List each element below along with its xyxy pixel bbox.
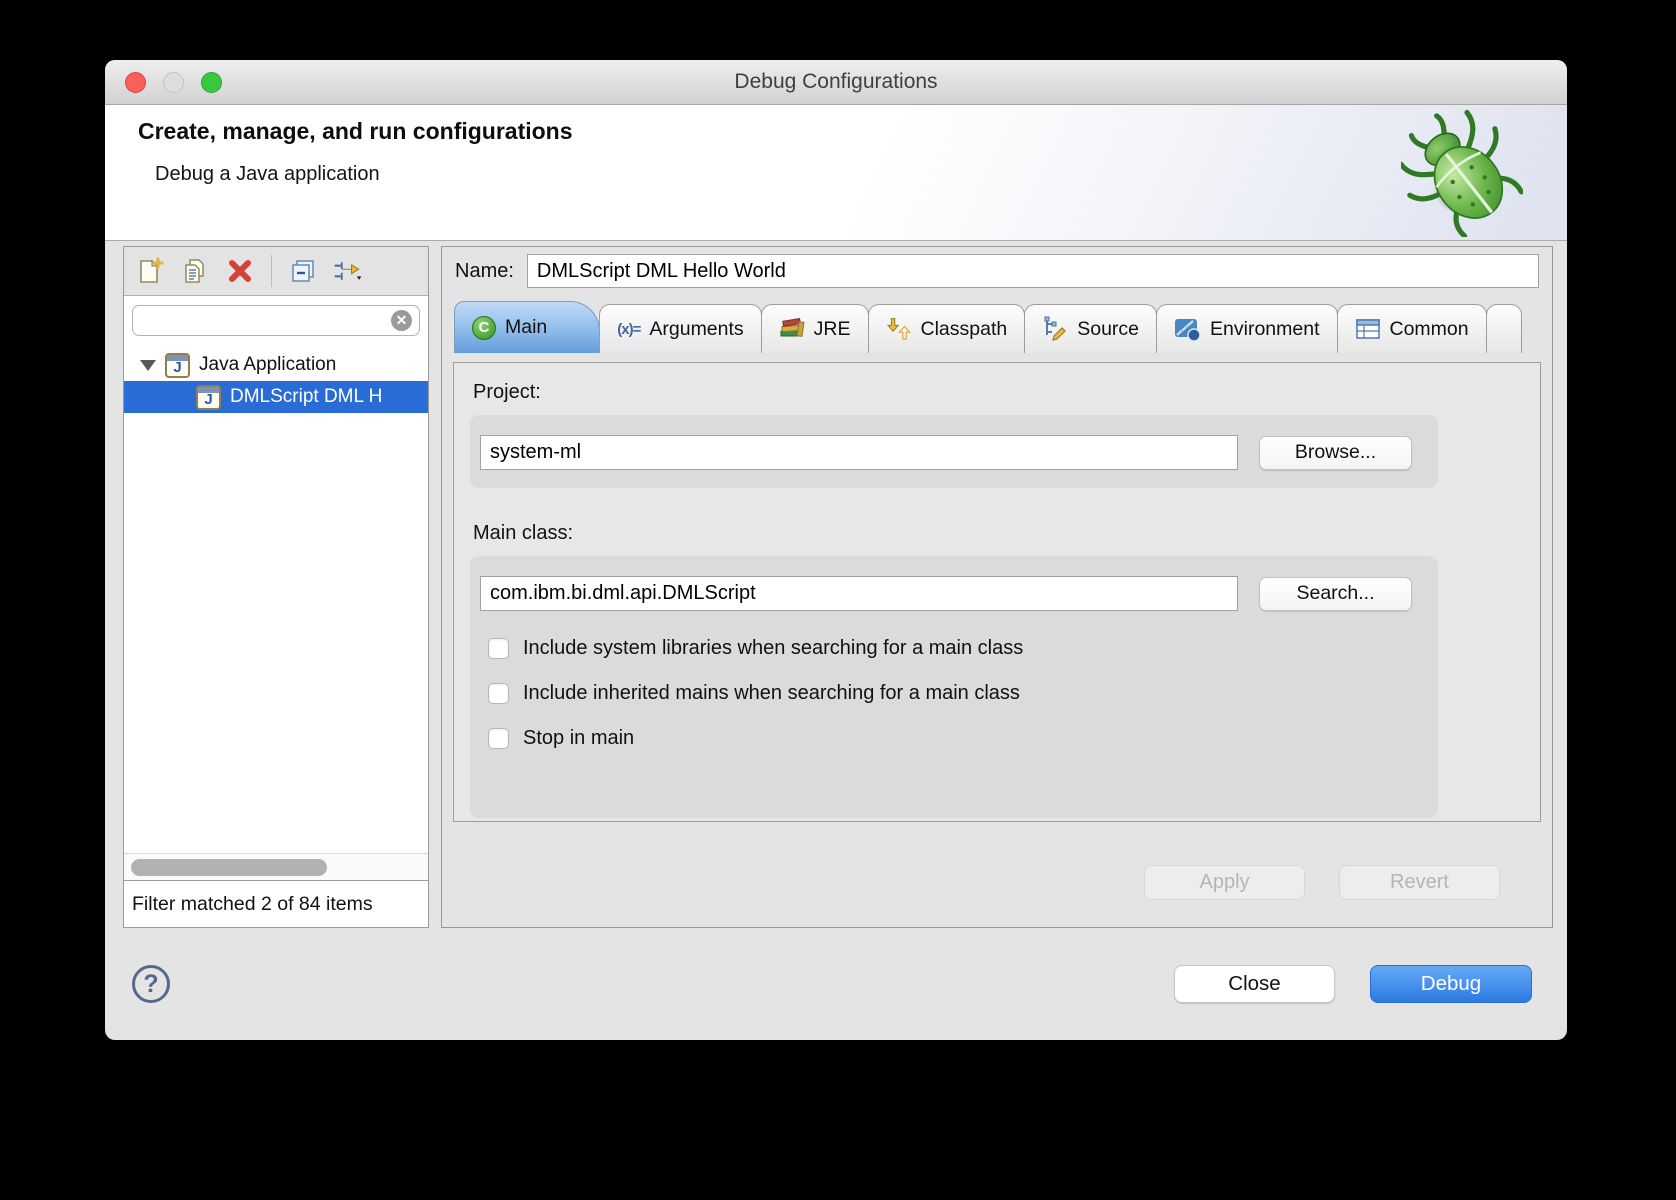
classpath-tab-icon: [886, 316, 912, 342]
main-tab-icon: C: [472, 316, 496, 340]
tree-item-java-application[interactable]: J Java Application: [124, 349, 428, 381]
tree-expander-icon[interactable]: [140, 360, 156, 371]
new-configuration-button[interactable]: [134, 255, 166, 287]
include-system-libraries-checkbox[interactable]: Include system libraries when searching …: [488, 637, 1412, 660]
dialog-footer: ? Close Debug: [105, 928, 1567, 1040]
configuration-detail-panel: Name: C Main (x)= Arguments: [441, 246, 1553, 928]
revert-button[interactable]: Revert: [1339, 865, 1500, 900]
common-tab-icon: [1355, 317, 1381, 341]
name-row: Name:: [455, 254, 1539, 288]
collapse-all-button[interactable]: [287, 255, 319, 287]
tab-jre[interactable]: JRE: [761, 304, 869, 353]
configuration-tabs: C Main (x)= Arguments JRE: [454, 299, 1552, 352]
main-class-group: Search... Include system libraries when …: [470, 556, 1438, 818]
traffic-lights: [125, 72, 222, 93]
header-title: Create, manage, and run configurations: [138, 118, 573, 145]
tab-overflow-stub: [1486, 304, 1522, 353]
apply-revert-row: Apply Revert: [1144, 865, 1500, 900]
scrollbar-thumb[interactable]: [131, 859, 327, 876]
minimize-window-button[interactable]: [163, 72, 184, 93]
stop-in-main-checkbox[interactable]: Stop in main: [488, 727, 1412, 750]
browse-button[interactable]: Browse...: [1259, 436, 1412, 470]
tab-main[interactable]: C Main: [454, 301, 600, 353]
jre-tab-icon: [779, 317, 805, 341]
zoom-window-button[interactable]: [201, 72, 222, 93]
main-class-input[interactable]: [480, 576, 1238, 611]
java-application-icon: J: [196, 385, 221, 410]
tree-item-dmlscript[interactable]: J DMLScript DML H: [124, 381, 428, 413]
main-class-label: Main class:: [473, 522, 1540, 545]
project-group: Browse...: [470, 415, 1438, 488]
tab-environment[interactable]: Environment: [1156, 304, 1337, 353]
sidebar-toolbar: [124, 247, 428, 296]
checkbox-box[interactable]: [488, 728, 509, 749]
clear-search-icon[interactable]: ✕: [391, 310, 412, 331]
help-icon[interactable]: ?: [132, 965, 170, 1003]
close-button[interactable]: Close: [1174, 965, 1335, 1003]
source-tab-icon: [1042, 316, 1068, 342]
filter-menu-button[interactable]: [332, 255, 364, 287]
close-window-button[interactable]: [125, 72, 146, 93]
search-button[interactable]: Search...: [1259, 577, 1412, 611]
debug-bug-icon: [1401, 109, 1523, 237]
configuration-name-input[interactable]: [527, 254, 1539, 288]
project-input[interactable]: [480, 435, 1238, 470]
tree-item-label: Java Application: [199, 354, 336, 376]
window-title: Debug Configurations: [734, 70, 937, 94]
delete-configuration-button[interactable]: [224, 255, 256, 287]
checkbox-box[interactable]: [488, 683, 509, 704]
main-tab-content: Project: Browse... Main class: Search...…: [453, 362, 1541, 822]
duplicate-configuration-button[interactable]: [179, 255, 211, 287]
name-label: Name:: [455, 260, 514, 283]
tree-horizontal-scrollbar[interactable]: [124, 853, 428, 880]
environment-tab-icon: [1174, 317, 1201, 342]
configurations-tree: J Java Application J DMLScript DML H: [124, 341, 428, 853]
project-label: Project:: [473, 381, 1540, 404]
tab-arguments[interactable]: (x)= Arguments: [599, 304, 761, 353]
checkbox-box[interactable]: [488, 638, 509, 659]
header-subtitle: Debug a Java application: [155, 163, 380, 186]
tab-classpath[interactable]: Classpath: [868, 304, 1026, 353]
title-bar: Debug Configurations: [105, 60, 1567, 105]
arguments-tab-icon: (x)=: [617, 321, 640, 338]
tab-source[interactable]: Source: [1024, 304, 1157, 353]
java-application-icon: J: [165, 353, 190, 378]
configurations-sidebar: ✕ J Java Application J DMLScript DML H F…: [123, 246, 429, 928]
tab-common[interactable]: Common: [1337, 304, 1487, 353]
toolbar-separator: [271, 255, 272, 287]
tree-item-label: DMLScript DML H: [230, 386, 382, 408]
filter-search-input[interactable]: [132, 305, 420, 336]
filter-status: Filter matched 2 of 84 items: [124, 880, 428, 927]
main-class-options: Include system libraries when searching …: [488, 637, 1412, 800]
include-inherited-mains-checkbox[interactable]: Include inherited mains when searching f…: [488, 682, 1412, 705]
dialog-header: Create, manage, and run configurations D…: [105, 105, 1567, 241]
sidebar-search: ✕: [124, 296, 428, 341]
debug-configurations-window: Debug Configurations Create, manage, and…: [105, 60, 1567, 1040]
debug-button[interactable]: Debug: [1370, 965, 1532, 1003]
apply-button[interactable]: Apply: [1144, 865, 1305, 900]
